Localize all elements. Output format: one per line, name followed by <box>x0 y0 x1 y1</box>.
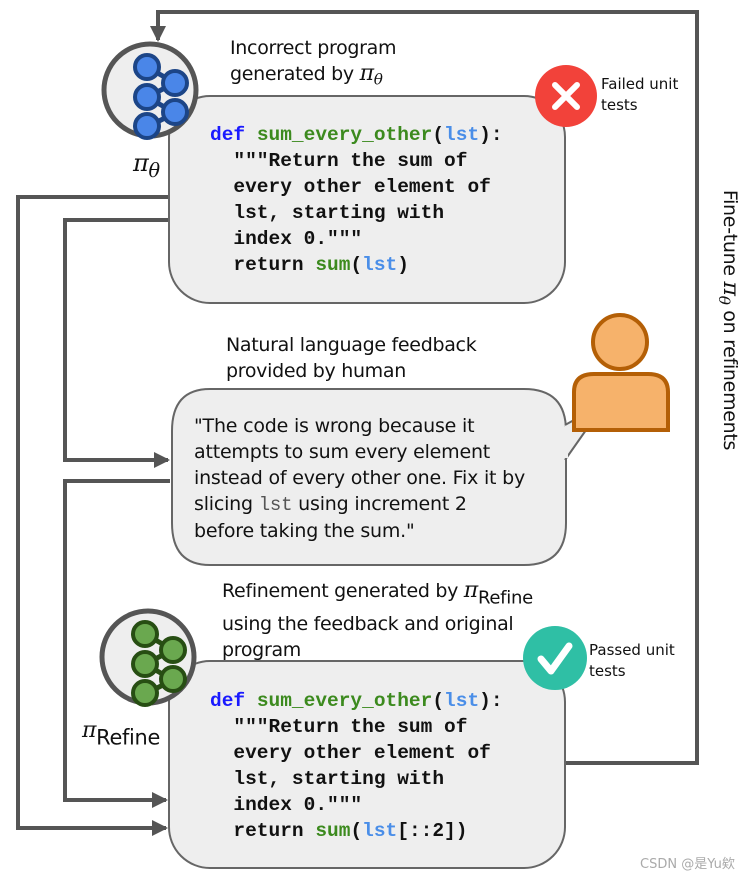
feedback-caption: Natural language feedback provided by hum… <box>226 334 477 382</box>
code-token: lst <box>362 254 398 276</box>
code-line: every other element of <box>233 176 491 198</box>
finetune-label: Fine-tune πθ on refinements <box>715 189 743 451</box>
incorrect-program-code: def sum_every_other(lst): """Return the … <box>210 122 503 278</box>
refine-model-icon <box>99 608 197 707</box>
code-line: lst, starting with <box>233 202 445 224</box>
code-token: def <box>210 690 246 712</box>
code-token: ): <box>479 690 503 712</box>
code-line: index 0.""" <box>233 794 363 816</box>
feedback-text: "The code is wrong because it attempts t… <box>194 415 526 542</box>
program-to-feedback-arrow <box>63 218 170 468</box>
code-token: sum <box>315 820 351 842</box>
code-token: ( <box>350 820 363 842</box>
refined-program-code: def sum_every_other(lst): """Return the … <box>210 688 503 844</box>
code-token: ( <box>350 254 363 276</box>
code-token: ( <box>432 690 445 712</box>
code-line: """Return the sum of <box>233 150 468 172</box>
code-line: """Return the sum of <box>233 716 468 738</box>
code-line: every other element of <box>233 742 491 764</box>
policy-model-icon <box>101 41 199 140</box>
code-token: ) <box>397 254 409 276</box>
code-line: lst, starting with <box>233 768 445 790</box>
code-token: sum_every_other <box>256 690 433 712</box>
code-token: lst <box>362 820 398 842</box>
x-mark-icon <box>535 65 597 127</box>
code-token: return <box>233 820 316 842</box>
code-token: ): <box>479 124 503 146</box>
code-token: return <box>233 254 316 276</box>
checkmark-icon <box>523 626 587 690</box>
code-token: [::2]) <box>397 820 468 842</box>
diagram: def sum_every_other(lst): """Return the … <box>0 0 748 879</box>
policy-label: πθ <box>133 149 160 182</box>
code-token: sum <box>315 254 351 276</box>
code-token: lst <box>444 124 480 146</box>
person-icon <box>572 313 670 432</box>
code-token: ( <box>432 124 445 146</box>
refine-model-label: πRefine <box>82 718 161 750</box>
failed-tests-label: Failed unit tests <box>601 75 679 114</box>
passed-tests-label: Passed unit tests <box>589 641 675 680</box>
code-line: index 0.""" <box>233 228 363 250</box>
code-token: sum_every_other <box>256 124 433 146</box>
code-token: lst <box>444 690 480 712</box>
refinement-caption: Refinement generated by πRefine using th… <box>222 578 533 662</box>
watermark: CSDN @是Yu欸 <box>640 857 735 872</box>
code-token: def <box>210 124 246 146</box>
incorrect-program-caption: Incorrect program generated by πθ <box>230 37 397 89</box>
